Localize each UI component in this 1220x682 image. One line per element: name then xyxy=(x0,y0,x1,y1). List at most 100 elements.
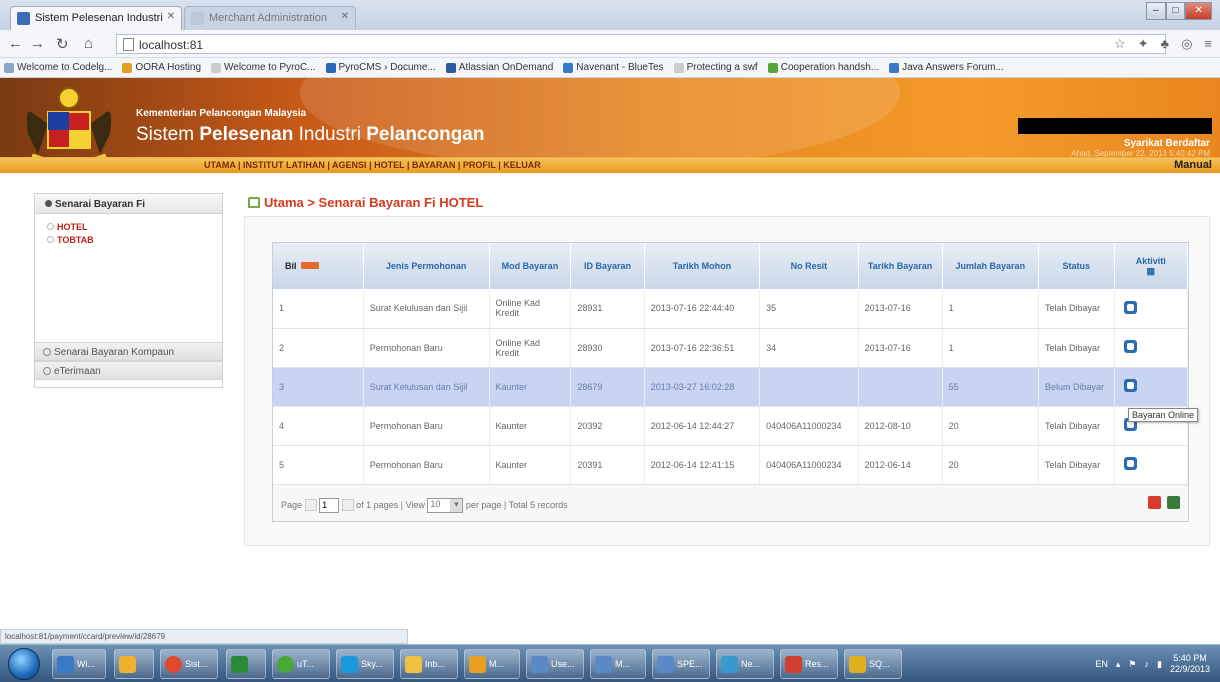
menu-icon[interactable]: ≡ xyxy=(1204,36,1212,52)
col-header-status[interactable]: Status xyxy=(1038,243,1115,289)
minimize-button[interactable]: – xyxy=(1146,2,1166,20)
back-icon[interactable]: ← xyxy=(8,35,23,52)
bookmark-item[interactable]: Atlassian OnDemand xyxy=(445,62,553,73)
menu-item-agensi[interactable]: AGENSI xyxy=(332,160,367,170)
clock[interactable]: 5:40 PM 22/9/2013 xyxy=(1170,653,1210,675)
table-row-selected[interactable]: 3 Surat Kelulusan dan Sijil Kaunter 2867… xyxy=(273,367,1189,407)
next-page-button[interactable] xyxy=(341,499,354,511)
menu-item-institut-latihan[interactable]: INSTITUT LATIHAN xyxy=(243,160,325,170)
taskbar-item[interactable]: Ne... xyxy=(716,649,774,679)
volume-icon[interactable]: ♪ xyxy=(1145,659,1150,669)
settings-icon[interactable]: ◎ xyxy=(1181,36,1192,52)
menu-item-keluar[interactable]: KELUAR xyxy=(503,160,541,170)
taskbar-item[interactable]: Sist... xyxy=(160,649,218,679)
tab-sistem-pelesenan[interactable]: Sistem Pelesenan Industri ✕ xyxy=(10,6,182,30)
bookmark-item[interactable]: Java Answers Forum... xyxy=(889,62,1004,73)
table-row[interactable]: 4 Permohonan Baru Kaunter 20392 2012-06-… xyxy=(273,406,1189,446)
taskbar-item[interactable]: Use... xyxy=(526,649,584,679)
taskbar-item[interactable]: SPE... xyxy=(652,649,710,679)
page-size-select[interactable]: 10 xyxy=(427,497,464,513)
signal-icon[interactable]: ▮ xyxy=(1157,659,1162,670)
bookmark-item[interactable]: Protecting a swf xyxy=(673,62,758,73)
forward-icon[interactable]: → xyxy=(30,35,45,52)
col-header-no-resit[interactable]: No Resit xyxy=(759,243,859,289)
col-header-jumlah[interactable]: Jumlah Bayaran xyxy=(942,243,1040,289)
menu-item-profil[interactable]: PROFIL xyxy=(463,160,496,170)
taskbar-item[interactable] xyxy=(114,649,154,679)
bookmark-item[interactable]: PyroCMS › Docume... xyxy=(325,62,436,73)
table-row[interactable]: 1 Surat Kelulusan dan Sijil Online Kad K… xyxy=(273,289,1189,329)
col-header-tarikh-mohon[interactable]: Tarikh Mohon xyxy=(644,243,761,289)
flag-icon[interactable]: ⚑ xyxy=(1128,659,1136,670)
cell-tarikh-bayaran: 2013-07-16 xyxy=(858,328,943,368)
tab-merchant-administration[interactable]: Merchant Administration ✕ xyxy=(184,6,356,30)
reload-icon[interactable]: ↻ xyxy=(56,35,69,53)
language-indicator[interactable]: EN xyxy=(1095,659,1108,669)
col-header-jenis[interactable]: Jenis Permohonan xyxy=(363,243,490,289)
bookmark-icon xyxy=(325,62,336,73)
tab-label: Merchant Administration xyxy=(209,12,327,24)
close-icon[interactable]: ✕ xyxy=(167,11,175,22)
home-icon[interactable]: ⌂ xyxy=(84,35,93,52)
taskbar-item[interactable]: M... xyxy=(464,649,520,679)
table-row[interactable]: 2 Permohonan Baru Online Kad Kredit 2893… xyxy=(273,328,1189,368)
cell-status: Telah Dibayar xyxy=(1038,406,1115,446)
payment-action-icon[interactable] xyxy=(1123,300,1137,314)
taskbar-item[interactable]: SQ... xyxy=(844,649,902,679)
col-header-tarikh-bayaran[interactable]: Tarikh Bayaran xyxy=(858,243,943,289)
table-row[interactable]: 5 Permohonan Baru Kaunter 20391 2012-06-… xyxy=(273,445,1189,485)
sidebar-heading[interactable]: Senarai Bayaran Fi xyxy=(35,194,222,214)
sidebar-item-hotel[interactable]: HOTEL xyxy=(35,220,222,233)
payment-action-icon[interactable] xyxy=(1123,379,1137,392)
cell-bil: 5 xyxy=(273,445,364,485)
bookmark-label: Welcome to Codelg... xyxy=(17,62,113,73)
close-icon[interactable]: ✕ xyxy=(341,11,349,22)
taskbar-item[interactable]: Inb... xyxy=(400,649,458,679)
taskbar-item[interactable]: Sky... xyxy=(336,649,394,679)
bookmark-item[interactable]: Cooperation handsh... xyxy=(767,62,879,73)
cell-id: 28679 xyxy=(570,367,645,407)
title-part: Sistem xyxy=(136,124,200,145)
main-menu: UTAMA | INSTITUT LATIHAN | AGENSI | HOTE… xyxy=(0,157,1220,173)
manual-link[interactable]: Manual xyxy=(1174,159,1212,171)
extension-icon[interactable]: ✦ xyxy=(1138,36,1149,52)
sort-icon[interactable] xyxy=(300,262,319,269)
sidebar-accordion-eterimaan[interactable]: eTerimaan xyxy=(34,361,223,380)
taskbar-item[interactable]: Res... xyxy=(780,649,838,679)
col-header-id[interactable]: ID Bayaran xyxy=(570,243,645,289)
taskbar-item[interactable] xyxy=(226,649,266,679)
star-icon[interactable]: ☆ xyxy=(1114,36,1126,52)
print-icon[interactable] xyxy=(1167,495,1180,509)
system-tray: EN ▴ ⚑ ♪ ▮ 5:40 PM 22/9/2013 xyxy=(1095,653,1210,675)
extension-icon[interactable]: ♣ xyxy=(1161,36,1170,52)
breadcrumb-text[interactable]: Utama > Senarai Bayaran Fi HOTEL xyxy=(264,195,483,210)
start-button[interactable] xyxy=(8,648,40,680)
bookmark-item[interactable]: Welcome to PyroC... xyxy=(211,62,316,73)
bookmark-item[interactable]: Welcome to Codelg... xyxy=(4,62,112,73)
pdf-export-icon[interactable] xyxy=(1148,495,1161,509)
payment-action-icon[interactable] xyxy=(1123,457,1137,470)
taskbar-item[interactable]: uT... xyxy=(272,649,330,679)
address-bar[interactable]: localhost:81 xyxy=(116,34,1166,54)
taskbar-item[interactable]: M... xyxy=(590,649,646,679)
prev-page-button[interactable] xyxy=(304,499,317,511)
taskbar-item[interactable]: Wi... xyxy=(52,649,106,679)
bullet-icon xyxy=(47,236,54,243)
col-header-bil[interactable]: Bil xyxy=(273,243,364,289)
bookmark-icon xyxy=(445,62,456,73)
col-header-mod[interactable]: Mod Bayaran xyxy=(489,243,572,289)
tray-arrow-icon[interactable]: ▴ xyxy=(1116,659,1121,670)
cell-mod: Kaunter xyxy=(489,445,572,485)
payment-action-icon[interactable] xyxy=(1123,340,1137,353)
menu-item-bayaran[interactable]: BAYARAN xyxy=(412,160,455,170)
bookmark-item[interactable]: Navenant - BlueTes xyxy=(563,62,664,73)
sidebar-accordion-kompaun[interactable]: Senarai Bayaran Kompaun xyxy=(34,342,223,361)
maximize-button[interactable]: □ xyxy=(1165,2,1186,20)
bookmark-label: PyroCMS › Docume... xyxy=(338,62,436,73)
menu-item-hotel[interactable]: HOTEL xyxy=(374,160,404,170)
menu-item-utama[interactable]: UTAMA xyxy=(204,160,236,170)
window-close-button[interactable]: ✕ xyxy=(1185,2,1212,20)
bookmark-item[interactable]: OORA Hosting xyxy=(122,62,201,73)
page-number-input[interactable] xyxy=(319,497,340,513)
sidebar-item-tobtab[interactable]: TOBTAB xyxy=(35,233,222,246)
